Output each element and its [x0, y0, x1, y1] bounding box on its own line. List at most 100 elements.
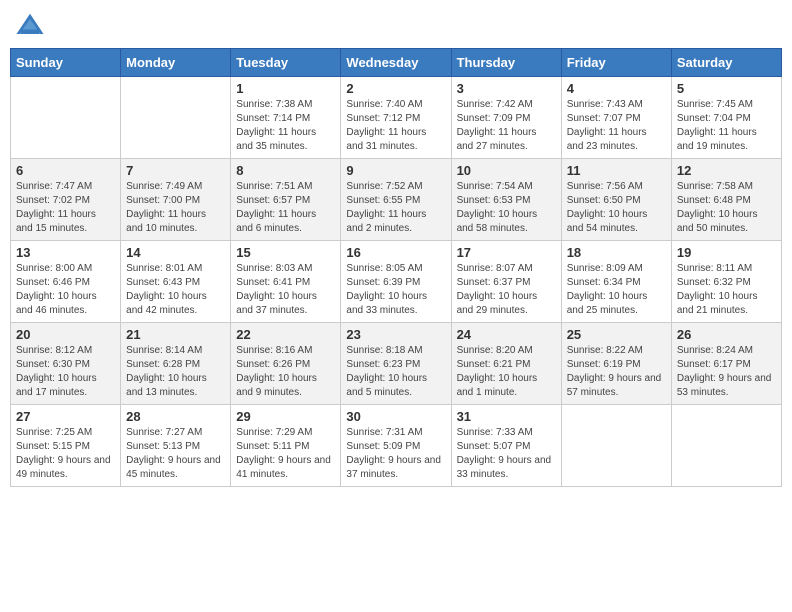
- day-info: Sunrise: 7:27 AMSunset: 5:13 PMDaylight:…: [126, 426, 225, 482]
- day-number: 21: [126, 327, 225, 342]
- calendar-cell: 10 Sunrise: 7:54 AMSunset: 6:53 PMDayligh…: [451, 159, 561, 241]
- calendar-cell: 16 Sunrise: 8:05 AMSunset: 6:39 PMDayligh…: [341, 241, 451, 323]
- day-number: 8: [236, 163, 335, 178]
- day-info: Sunrise: 8:12 AMSunset: 6:30 PMDaylight:…: [16, 344, 115, 400]
- calendar-cell: 22 Sunrise: 8:16 AMSunset: 6:26 PMDayligh…: [231, 323, 341, 405]
- day-info: Sunrise: 8:00 AMSunset: 6:46 PMDaylight:…: [16, 262, 115, 318]
- day-number: 2: [346, 81, 445, 96]
- calendar-cell: 12 Sunrise: 7:58 AMSunset: 6:48 PMDayligh…: [671, 159, 781, 241]
- day-header-sunday: Sunday: [11, 49, 121, 77]
- day-number: 18: [567, 245, 666, 260]
- calendar-cell: 17 Sunrise: 8:07 AMSunset: 6:37 PMDayligh…: [451, 241, 561, 323]
- day-number: 27: [16, 409, 115, 424]
- day-info: Sunrise: 7:58 AMSunset: 6:48 PMDaylight:…: [677, 180, 776, 236]
- day-number: 17: [457, 245, 556, 260]
- calendar-cell: 18Sunrise: 8:09 AMSunset: 6:34 PMDayligh…: [561, 241, 671, 323]
- day-info: Sunrise: 8:01 AMSunset: 6:43 PMDaylight:…: [126, 262, 225, 318]
- day-number: 25: [567, 327, 666, 342]
- calendar-cell: 7 Sunrise: 7:49 AMSunset: 7:00 PMDaylight…: [121, 159, 231, 241]
- day-info: Sunrise: 7:42 AMSunset: 7:09 PMDaylight:…: [457, 98, 556, 154]
- day-number: 12: [677, 163, 776, 178]
- day-number: 13: [16, 245, 115, 260]
- page-header: [10, 10, 782, 40]
- day-number: 20: [16, 327, 115, 342]
- day-number: 26: [677, 327, 776, 342]
- calendar-cell: [11, 77, 121, 159]
- day-info: Sunrise: 7:54 AMSunset: 6:53 PMDaylight:…: [457, 180, 556, 236]
- day-info: Sunrise: 8:16 AMSunset: 6:26 PMDaylight:…: [236, 344, 335, 400]
- day-info: Sunrise: 8:18 AMSunset: 6:23 PMDaylight:…: [346, 344, 445, 400]
- day-number: 9: [346, 163, 445, 178]
- header-row: SundayMondayTuesdayWednesdayThursdayFrid…: [11, 49, 782, 77]
- calendar-cell: [671, 405, 781, 487]
- day-number: 4: [567, 81, 666, 96]
- calendar-cell: 26Sunrise: 8:24 AMSunset: 6:17 PMDayligh…: [671, 323, 781, 405]
- calendar-table: SundayMondayTuesdayWednesdayThursdayFrid…: [10, 48, 782, 487]
- day-number: 28: [126, 409, 225, 424]
- day-number: 23: [346, 327, 445, 342]
- calendar-cell: 8Sunrise: 7:51 AMSunset: 6:57 PMDaylight…: [231, 159, 341, 241]
- calendar-cell: 20 Sunrise: 8:12 AMSunset: 6:30 PMDayligh…: [11, 323, 121, 405]
- calendar-cell: [561, 405, 671, 487]
- week-row-3: 13 Sunrise: 8:00 AMSunset: 6:46 PMDayligh…: [11, 241, 782, 323]
- day-info: Sunrise: 7:43 AMSunset: 7:07 PMDaylight:…: [567, 98, 666, 154]
- calendar-cell: 11 Sunrise: 7:56 AMSunset: 6:50 PMDayligh…: [561, 159, 671, 241]
- day-number: 15: [236, 245, 335, 260]
- day-header-thursday: Thursday: [451, 49, 561, 77]
- day-info: Sunrise: 8:07 AMSunset: 6:37 PMDaylight:…: [457, 262, 556, 318]
- day-header-wednesday: Wednesday: [341, 49, 451, 77]
- logo: [15, 10, 49, 40]
- calendar-cell: 21Sunrise: 8:14 AMSunset: 6:28 PMDayligh…: [121, 323, 231, 405]
- week-row-1: 1 Sunrise: 7:38 AMSunset: 7:14 PMDaylight…: [11, 77, 782, 159]
- day-number: 16: [346, 245, 445, 260]
- day-info: Sunrise: 7:52 AMSunset: 6:55 PMDaylight:…: [346, 180, 445, 236]
- day-header-tuesday: Tuesday: [231, 49, 341, 77]
- calendar-cell: 2 Sunrise: 7:40 AMSunset: 7:12 PMDaylight…: [341, 77, 451, 159]
- calendar-cell: 1 Sunrise: 7:38 AMSunset: 7:14 PMDaylight…: [231, 77, 341, 159]
- calendar-cell: 6Sunrise: 7:47 AMSunset: 7:02 PMDaylight…: [11, 159, 121, 241]
- day-header-friday: Friday: [561, 49, 671, 77]
- calendar-cell: 29 Sunrise: 7:29 AMSunset: 5:11 PMDayligh…: [231, 405, 341, 487]
- calendar-cell: 30Sunrise: 7:31 AMSunset: 5:09 PMDayligh…: [341, 405, 451, 487]
- day-header-monday: Monday: [121, 49, 231, 77]
- day-info: Sunrise: 7:47 AMSunset: 7:02 PMDaylight:…: [16, 180, 115, 236]
- day-number: 11: [567, 163, 666, 178]
- calendar-cell: 27 Sunrise: 7:25 AMSunset: 5:15 PMDayligh…: [11, 405, 121, 487]
- day-info: Sunrise: 8:22 AMSunset: 6:19 PMDaylight:…: [567, 344, 666, 400]
- day-info: Sunrise: 7:49 AMSunset: 7:00 PMDaylight:…: [126, 180, 225, 236]
- day-info: Sunrise: 7:38 AMSunset: 7:14 PMDaylight:…: [236, 98, 335, 154]
- week-row-4: 20 Sunrise: 8:12 AMSunset: 6:30 PMDayligh…: [11, 323, 782, 405]
- day-info: Sunrise: 7:45 AMSunset: 7:04 PMDaylight:…: [677, 98, 776, 154]
- day-info: Sunrise: 7:29 AMSunset: 5:11 PMDaylight:…: [236, 426, 335, 482]
- calendar-cell: 15Sunrise: 8:03 AMSunset: 6:41 PMDayligh…: [231, 241, 341, 323]
- day-number: 5: [677, 81, 776, 96]
- day-number: 19: [677, 245, 776, 260]
- day-number: 29: [236, 409, 335, 424]
- calendar-cell: 19 Sunrise: 8:11 AMSunset: 6:32 PMDayligh…: [671, 241, 781, 323]
- day-info: Sunrise: 7:25 AMSunset: 5:15 PMDaylight:…: [16, 426, 115, 482]
- day-info: Sunrise: 8:11 AMSunset: 6:32 PMDaylight:…: [677, 262, 776, 318]
- day-info: Sunrise: 8:20 AMSunset: 6:21 PMDaylight:…: [457, 344, 556, 400]
- day-info: Sunrise: 8:05 AMSunset: 6:39 PMDaylight:…: [346, 262, 445, 318]
- day-info: Sunrise: 7:31 AMSunset: 5:09 PMDaylight:…: [346, 426, 445, 482]
- day-info: Sunrise: 7:40 AMSunset: 7:12 PMDaylight:…: [346, 98, 445, 154]
- day-number: 10: [457, 163, 556, 178]
- day-number: 3: [457, 81, 556, 96]
- calendar-cell: 24Sunrise: 8:20 AMSunset: 6:21 PMDayligh…: [451, 323, 561, 405]
- day-number: 14: [126, 245, 225, 260]
- day-header-saturday: Saturday: [671, 49, 781, 77]
- day-info: Sunrise: 7:33 AMSunset: 5:07 PMDaylight:…: [457, 426, 556, 482]
- calendar-cell: 4 Sunrise: 7:43 AMSunset: 7:07 PMDaylight…: [561, 77, 671, 159]
- day-number: 1: [236, 81, 335, 96]
- calendar-cell: 13 Sunrise: 8:00 AMSunset: 6:46 PMDayligh…: [11, 241, 121, 323]
- week-row-2: 6Sunrise: 7:47 AMSunset: 7:02 PMDaylight…: [11, 159, 782, 241]
- day-info: Sunrise: 7:56 AMSunset: 6:50 PMDaylight:…: [567, 180, 666, 236]
- day-number: 22: [236, 327, 335, 342]
- day-number: 7: [126, 163, 225, 178]
- day-number: 31: [457, 409, 556, 424]
- calendar-cell: 25 Sunrise: 8:22 AMSunset: 6:19 PMDayligh…: [561, 323, 671, 405]
- calendar-cell: 28 Sunrise: 7:27 AMSunset: 5:13 PMDayligh…: [121, 405, 231, 487]
- week-row-5: 27 Sunrise: 7:25 AMSunset: 5:15 PMDayligh…: [11, 405, 782, 487]
- calendar-cell: 23 Sunrise: 8:18 AMSunset: 6:23 PMDayligh…: [341, 323, 451, 405]
- calendar-cell: 5 Sunrise: 7:45 AMSunset: 7:04 PMDaylight…: [671, 77, 781, 159]
